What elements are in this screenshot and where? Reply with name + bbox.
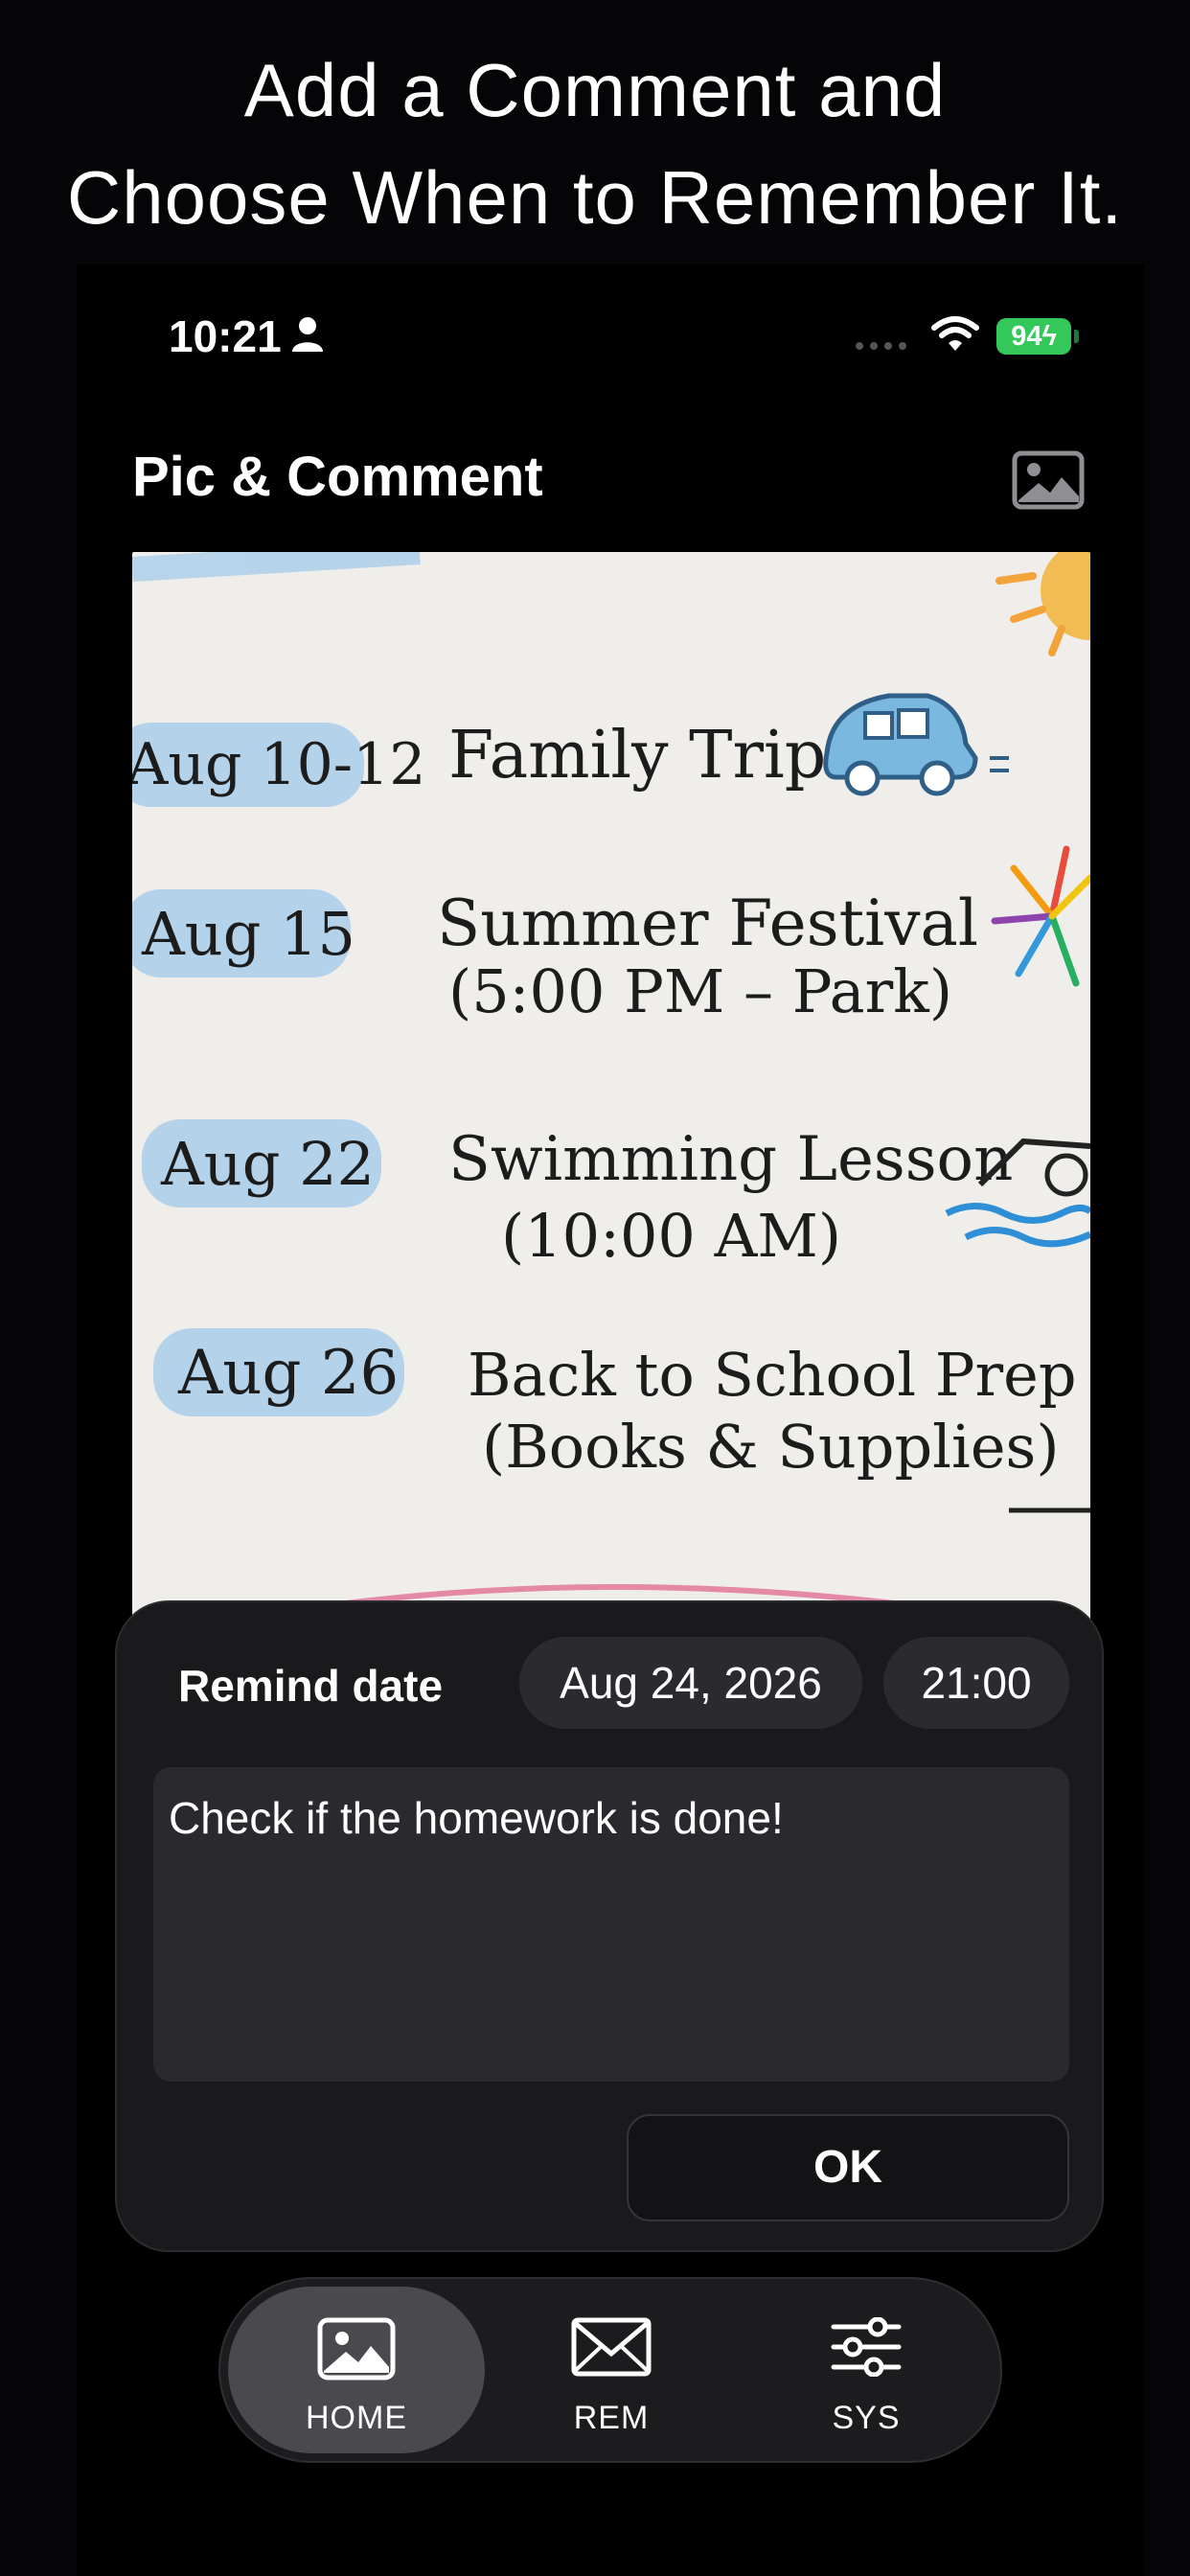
tab-bar: HOME REM SYS bbox=[218, 2277, 1002, 2463]
promo-headline: Add a Comment and Choose When to Remembe… bbox=[0, 36, 1190, 251]
car-icon bbox=[823, 693, 1009, 796]
ok-button[interactable]: OK bbox=[627, 2114, 1069, 2221]
tab-label: REM bbox=[573, 2400, 650, 2436]
event-detail: (Books & Supplies) bbox=[482, 1412, 1060, 1482]
tab-sys[interactable]: SYS bbox=[738, 2287, 995, 2453]
headline-line-1: Add a Comment and bbox=[243, 48, 947, 132]
event-title: Family Trip bbox=[448, 718, 826, 794]
tab-label: SYS bbox=[832, 2400, 901, 2436]
remind-panel: Remind date Aug 24, 2026 21:00 Check if … bbox=[115, 1600, 1104, 2252]
signal-icon bbox=[856, 342, 906, 350]
sliders-icon bbox=[831, 2317, 902, 2377]
schedule-photo: Aug 10-12 Family Trip Aug 15 Summer Fest… bbox=[132, 552, 1090, 1625]
status-bar: 10:21 94ϟ bbox=[77, 264, 1144, 408]
event-date: Aug 15 bbox=[141, 899, 355, 969]
wifi-icon bbox=[931, 316, 979, 351]
event-title: Back to School Prep bbox=[468, 1340, 1077, 1410]
person-icon bbox=[292, 317, 323, 352]
headline-line-2: Choose When to Remember It. bbox=[66, 155, 1124, 240]
image-icon[interactable] bbox=[1012, 450, 1085, 510]
tab-rem[interactable]: REM bbox=[483, 2287, 740, 2453]
event-title: Summer Festival bbox=[437, 886, 978, 960]
event-detail: (10:00 AM) bbox=[501, 1201, 841, 1271]
image-icon bbox=[317, 2317, 396, 2380]
event-date: Aug 26 bbox=[177, 1338, 399, 1409]
battery-level: 94 bbox=[1011, 321, 1042, 352]
fireworks-icon bbox=[991, 845, 1090, 987]
event-date: Aug 22 bbox=[160, 1129, 375, 1199]
tab-home[interactable]: HOME bbox=[228, 2287, 485, 2453]
comment-input[interactable]: Check if the homework is done! bbox=[153, 1767, 1069, 2082]
phone-screen: 10:21 94ϟ Pic & Comment Aug 10-12 Family… bbox=[77, 264, 1144, 2576]
battery-icon: 94ϟ bbox=[996, 318, 1071, 355]
tab-label: HOME bbox=[306, 2400, 407, 2436]
time-picker-button[interactable]: 21:00 bbox=[883, 1637, 1069, 1729]
event-detail: (5:00 PM – Park) bbox=[448, 956, 952, 1026]
remind-date-label: Remind date bbox=[178, 1661, 444, 1711]
battery-cap bbox=[1074, 330, 1079, 343]
event-title: Swimming Lesson bbox=[448, 1124, 1013, 1195]
envelope-icon bbox=[571, 2317, 652, 2377]
status-time: 10:21 bbox=[169, 311, 282, 361]
date-picker-button[interactable]: Aug 24, 2026 bbox=[519, 1637, 862, 1729]
page-title: Pic & Comment bbox=[132, 446, 543, 508]
event-date: Aug 10-12 bbox=[132, 731, 425, 798]
